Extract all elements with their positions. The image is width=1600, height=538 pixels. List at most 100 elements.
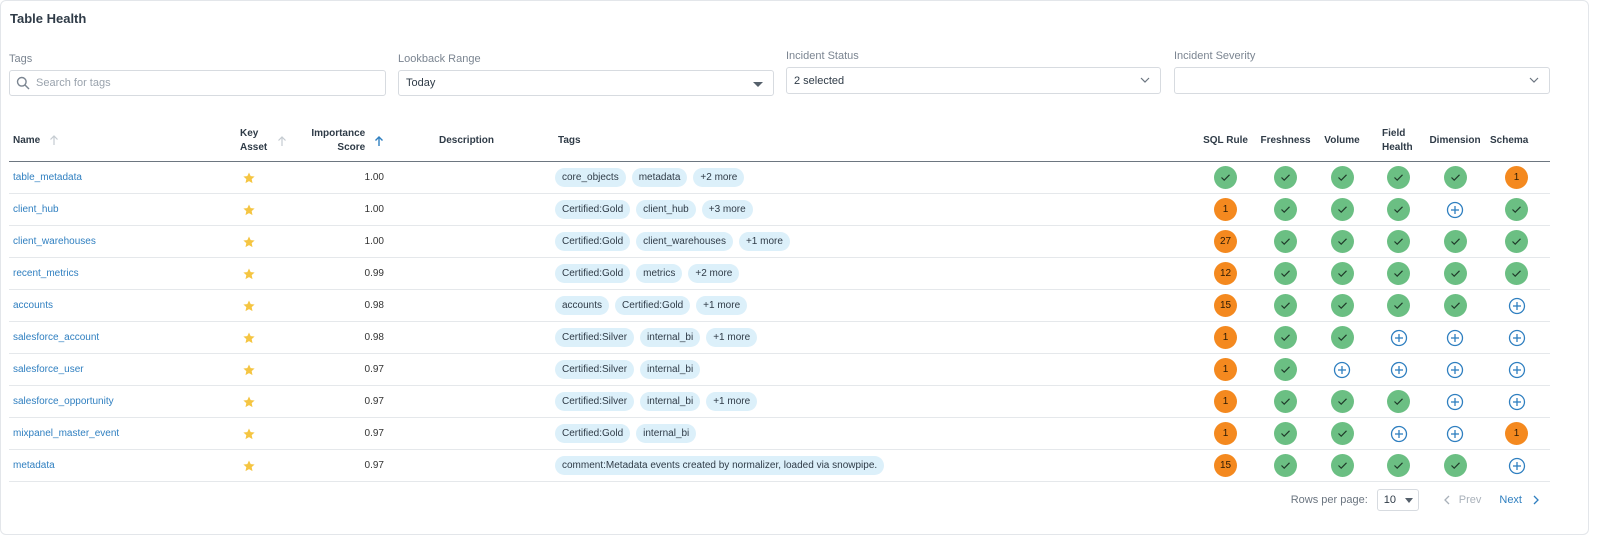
status-ok-icon[interactable]: [1505, 198, 1528, 221]
tag-chip[interactable]: core_objects: [555, 168, 626, 187]
incident-count-badge[interactable]: 27: [1214, 230, 1237, 253]
status-ok-icon[interactable]: [1274, 422, 1297, 445]
rows-per-page-select[interactable]: 10: [1376, 489, 1419, 511]
add-monitor-icon[interactable]: [1505, 358, 1528, 381]
tag-chip[interactable]: metadata: [631, 168, 688, 187]
status-ok-icon[interactable]: [1443, 294, 1467, 317]
add-monitor-icon[interactable]: [1444, 422, 1467, 445]
status-ok-icon[interactable]: [1274, 390, 1297, 413]
tag-chip[interactable]: internal_bi: [640, 392, 701, 411]
status-ok-icon[interactable]: [1387, 294, 1410, 317]
tags-search-input[interactable]: Search for tags: [9, 70, 386, 96]
status-ok-icon[interactable]: [1330, 422, 1354, 445]
status-ok-icon[interactable]: [1274, 198, 1297, 221]
tag-chip[interactable]: Certified:Gold: [555, 424, 631, 443]
status-ok-icon[interactable]: [1274, 294, 1297, 317]
tag-chip[interactable]: client_warehouses: [636, 232, 733, 251]
status-ok-icon[interactable]: [1387, 262, 1410, 285]
tag-chip[interactable]: client_hub: [636, 200, 696, 219]
status-ok-icon[interactable]: [1330, 390, 1354, 413]
next-page-button[interactable]: Next: [1499, 494, 1540, 506]
table-name-link[interactable]: metadata: [13, 460, 55, 471]
tag-chip[interactable]: +1 more: [706, 392, 758, 411]
add-monitor-icon[interactable]: [1505, 454, 1528, 477]
incident-count-badge[interactable]: 1: [1214, 422, 1237, 445]
status-ok-icon[interactable]: [1330, 294, 1354, 317]
tag-chip[interactable]: comment:Metadata events created by norma…: [555, 456, 885, 475]
tag-chip[interactable]: Certified:Silver: [555, 328, 635, 347]
status-ok-icon[interactable]: [1330, 230, 1354, 253]
status-ok-icon[interactable]: [1330, 454, 1354, 477]
table-name-link[interactable]: table_metadata: [13, 172, 82, 183]
status-ok-icon[interactable]: [1387, 166, 1410, 189]
tag-chip[interactable]: Certified:Gold: [615, 296, 691, 315]
tag-chip[interactable]: internal_bi: [640, 360, 701, 379]
incident-count-badge[interactable]: 15: [1214, 294, 1237, 317]
status-ok-icon[interactable]: [1387, 198, 1410, 221]
add-monitor-icon[interactable]: [1505, 390, 1528, 413]
status-ok-icon[interactable]: [1274, 454, 1297, 477]
tag-chip[interactable]: Certified:Gold: [555, 264, 631, 283]
add-monitor-icon[interactable]: [1387, 358, 1410, 381]
status-ok-icon[interactable]: [1274, 166, 1297, 189]
table-name-link[interactable]: salesforce_opportunity: [13, 396, 114, 407]
incident-count-badge[interactable]: 15: [1214, 454, 1237, 477]
table-name-link[interactable]: salesforce_user: [13, 364, 84, 375]
status-ok-icon[interactable]: [1443, 262, 1467, 285]
tag-chip[interactable]: +2 more: [693, 168, 745, 187]
tag-chip[interactable]: Certified:Silver: [555, 360, 635, 379]
status-ok-icon[interactable]: [1214, 166, 1237, 189]
add-monitor-icon[interactable]: [1505, 294, 1528, 317]
tag-chip[interactable]: +2 more: [688, 264, 740, 283]
incident-count-badge[interactable]: 12: [1214, 262, 1237, 285]
status-ok-icon[interactable]: [1330, 262, 1354, 285]
tag-chip[interactable]: internal_bi: [636, 424, 697, 443]
add-monitor-icon[interactable]: [1387, 422, 1410, 445]
lookback-select[interactable]: Today: [398, 70, 774, 96]
incident-count-badge[interactable]: 1: [1214, 390, 1237, 413]
add-monitor-icon[interactable]: [1505, 326, 1528, 349]
table-name-link[interactable]: accounts: [13, 300, 53, 311]
col-header-name[interactable]: Name: [9, 121, 224, 162]
incident-count-badge[interactable]: 1: [1214, 326, 1237, 349]
add-monitor-icon[interactable]: [1444, 358, 1467, 381]
tag-chip[interactable]: +1 more: [706, 328, 758, 347]
status-ok-icon[interactable]: [1443, 166, 1467, 189]
table-name-link[interactable]: client_warehouses: [13, 236, 96, 247]
status-ok-icon[interactable]: [1274, 326, 1297, 349]
status-ok-icon[interactable]: [1274, 262, 1297, 285]
tag-chip[interactable]: Certified:Gold: [555, 200, 631, 219]
incident-severity-select[interactable]: [1174, 67, 1550, 94]
add-monitor-icon[interactable]: [1331, 358, 1354, 381]
prev-page-button[interactable]: Prev: [1443, 494, 1481, 506]
status-ok-icon[interactable]: [1387, 390, 1410, 413]
incident-count-badge[interactable]: 1: [1505, 422, 1528, 445]
col-header-importance[interactable]: Importance Score: [289, 121, 384, 162]
status-ok-icon[interactable]: [1443, 230, 1467, 253]
tag-chip[interactable]: metrics: [636, 264, 683, 283]
tag-chip[interactable]: +1 more: [738, 232, 790, 251]
table-name-link[interactable]: client_hub: [13, 204, 59, 215]
table-name-link[interactable]: recent_metrics: [13, 268, 79, 279]
table-name-link[interactable]: salesforce_account: [13, 332, 99, 343]
incident-count-badge[interactable]: 1: [1214, 358, 1237, 381]
status-ok-icon[interactable]: [1387, 454, 1410, 477]
status-ok-icon[interactable]: [1443, 454, 1467, 477]
status-ok-icon[interactable]: [1274, 358, 1297, 381]
add-monitor-icon[interactable]: [1444, 390, 1467, 413]
incident-status-select[interactable]: 2 selected: [786, 67, 1161, 94]
tag-chip[interactable]: internal_bi: [640, 328, 701, 347]
incident-count-badge[interactable]: 1: [1214, 198, 1237, 221]
status-ok-icon[interactable]: [1387, 230, 1410, 253]
status-ok-icon[interactable]: [1274, 230, 1297, 253]
col-header-key-asset[interactable]: Key Asset: [224, 121, 289, 162]
tag-chip[interactable]: +1 more: [696, 296, 748, 315]
tag-chip[interactable]: accounts: [555, 296, 610, 315]
status-ok-icon[interactable]: [1330, 326, 1354, 349]
status-ok-icon[interactable]: [1505, 230, 1528, 253]
add-monitor-icon[interactable]: [1387, 326, 1410, 349]
status-ok-icon[interactable]: [1330, 166, 1354, 189]
tag-chip[interactable]: +3 more: [701, 200, 753, 219]
tag-chip[interactable]: Certified:Gold: [555, 232, 631, 251]
table-name-link[interactable]: mixpanel_master_event: [13, 428, 119, 439]
